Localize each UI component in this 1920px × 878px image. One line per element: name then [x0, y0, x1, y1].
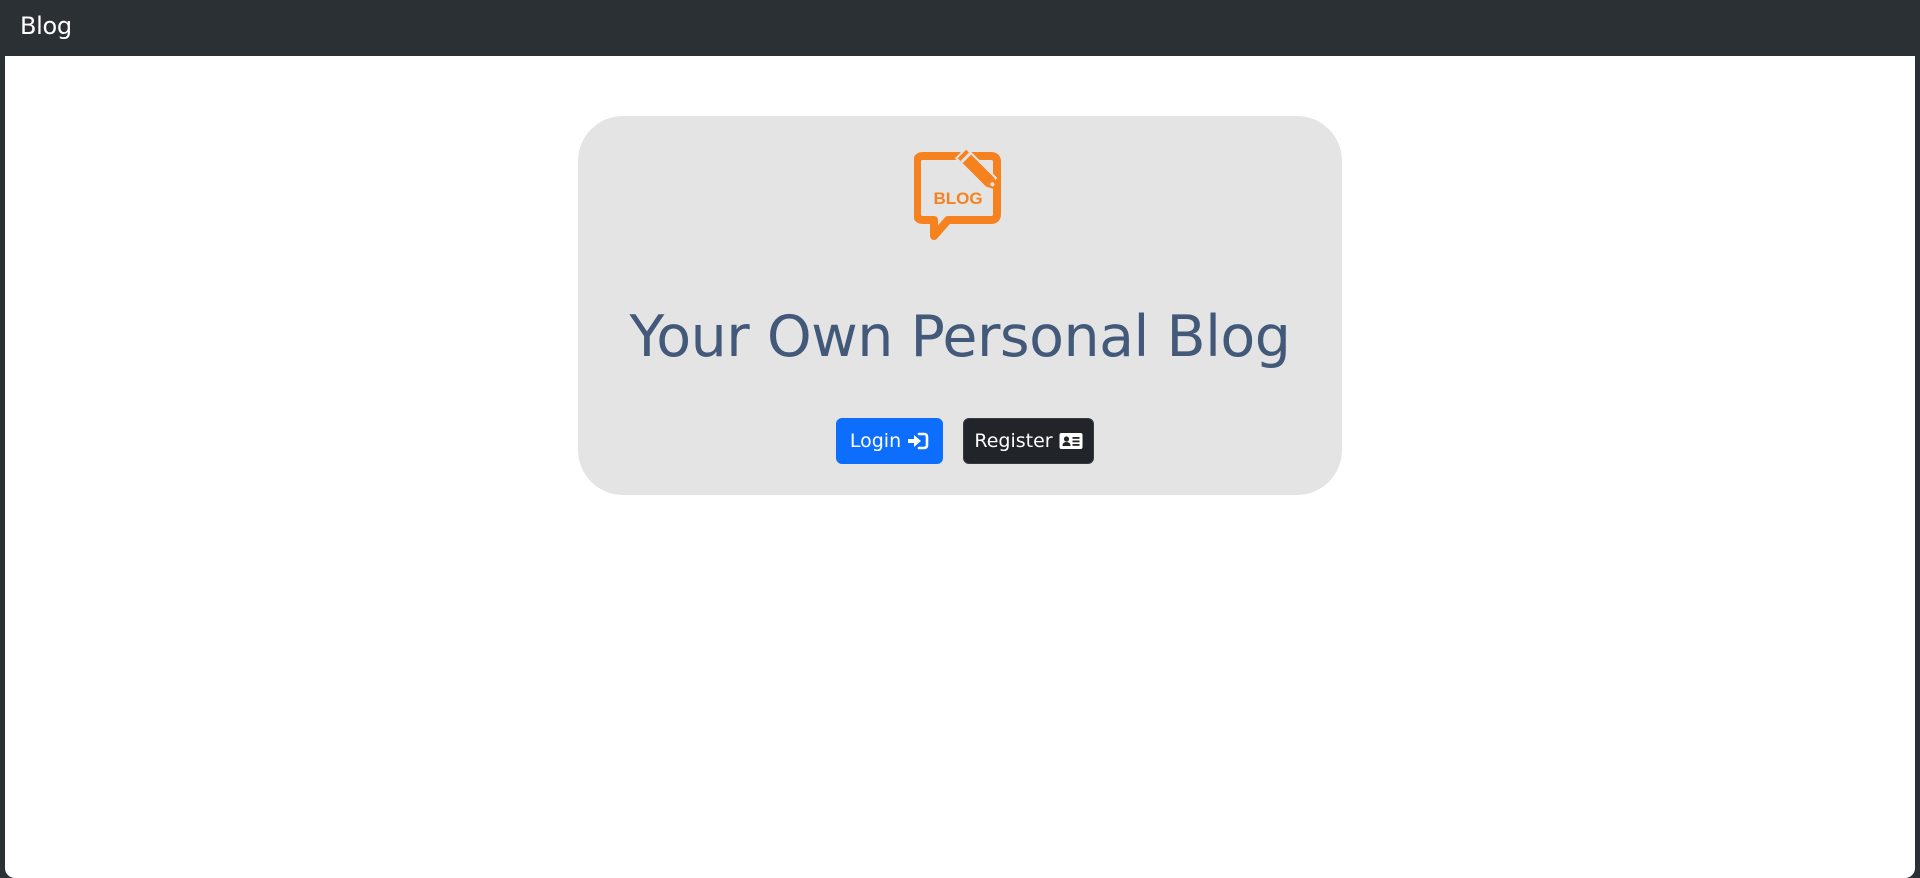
- login-button[interactable]: Login: [836, 418, 943, 464]
- id-card-icon: [1059, 433, 1083, 449]
- logo-text: BLOG: [933, 189, 982, 208]
- blog-logo-icon: BLOG: [914, 146, 1001, 240]
- login-button-label: Login: [849, 430, 902, 452]
- navbar: Blog: [5, 0, 1915, 56]
- sign-in-icon: [908, 432, 929, 450]
- register-button[interactable]: Register: [963, 418, 1094, 464]
- navbar-brand[interactable]: Blog: [20, 10, 72, 42]
- page: Blog BLOG Your Own Personal Blog Login R…: [5, 0, 1915, 878]
- register-button-label: Register: [974, 430, 1053, 452]
- page-title: Your Own Personal Blog: [629, 304, 1291, 370]
- hero-card: BLOG Your Own Personal Blog Login Regist…: [578, 116, 1342, 495]
